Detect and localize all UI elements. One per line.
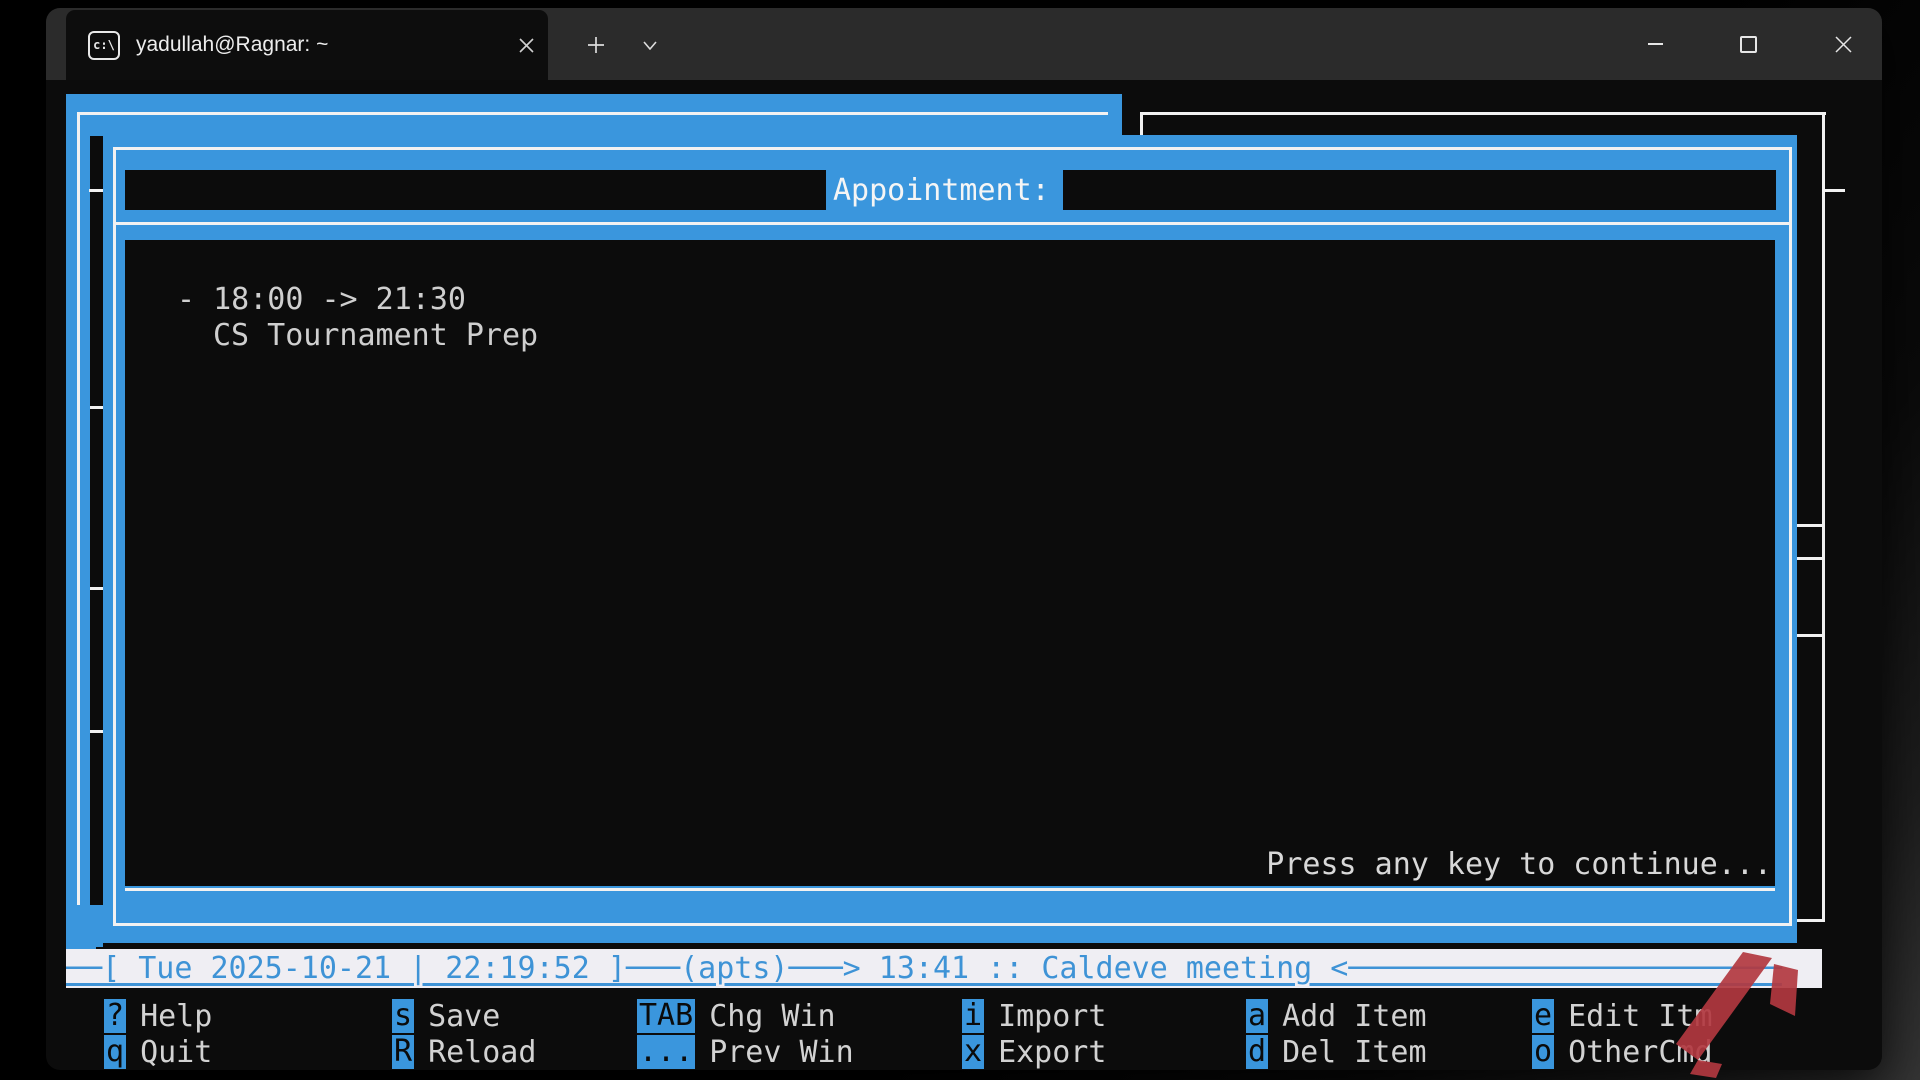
minimize-icon [1648,43,1663,45]
key-action: Chg Win [709,999,835,1034]
key-action: Edit Itm [1568,999,1713,1034]
appointment-name: CS Tournament Prep [213,318,538,354]
apt-panel-tick [90,406,103,409]
apt-panel-interior-sliver [90,136,103,926]
apt-panel-top-line [80,112,1108,115]
tab-icon-label: c:\ [93,38,115,52]
apt-panel-tick [90,730,103,733]
popup-title-bar-right [1063,170,1776,210]
key-action: OtherCmd [1568,1035,1713,1070]
popup-title: Appointment: [833,173,1050,209]
popup-title-bar-left [125,170,826,210]
minimize-button[interactable] [1622,8,1688,80]
appointment-popup[interactable]: Appointment: - 18:00 -> 21:30 CS Tournam… [103,135,1797,943]
tab-close-button[interactable] [504,10,548,80]
close-icon [1835,36,1852,53]
key-action: Add Item [1282,999,1427,1034]
tab-dropdown-button[interactable] [628,10,672,80]
key-action: Export [998,1035,1106,1070]
key-action: Save [428,999,500,1034]
press-any-key-prompt: Press any key to continue... [1266,847,1772,883]
terminal-tab[interactable]: c:\ yadullah@Ragnar: ~ [66,10,548,80]
apt-panel-tick [89,189,103,192]
key-hint: i [962,999,984,1033]
status-bar: ──[ Tue 2025-10-21 | 22:19:52 ]───(apts)… [66,949,1822,988]
window-titlebar[interactable]: c:\ yadullah@Ragnar: ~ [46,8,1882,80]
key-hint: x [962,1035,984,1069]
appointment-time: - 18:00 -> 21:30 [177,282,466,318]
key-hint: s [392,999,414,1033]
key-hint: q [104,1035,126,1069]
plus-icon [587,36,605,54]
calendar-panel-top-line [1140,112,1826,115]
key-hint: e [1532,999,1554,1033]
key-hint: a [1246,999,1268,1033]
popup-content-bottom-line [125,888,1775,891]
key-action: Reload [428,1035,536,1070]
new-tab-button[interactable] [573,10,619,80]
terminal-content[interactable]: Appointment: - 18:00 -> 21:30 CS Tournam… [0,80,1920,1070]
todo-panel-tick [1794,634,1822,637]
calendar-panel-left-stub [1140,112,1143,136]
key-action: Import [998,999,1106,1034]
key-hint: o [1532,1035,1554,1069]
popup-title-separator [113,222,1789,225]
maximize-button[interactable] [1715,8,1781,80]
key-hint: ? [104,999,126,1033]
apt-panel-left-line [77,112,80,932]
apt-panel-top-border [66,94,1122,136]
command-prompt-icon: c:\ [88,31,120,60]
key-action: Help [140,999,212,1034]
desktop: c:\ yadullah@Ragnar: ~ [0,0,1920,1080]
key-action: Prev Win [709,1035,854,1070]
maximize-icon [1740,36,1757,53]
todo-panel-top-tick [1794,557,1822,560]
calendar-panel-right-line [1822,112,1825,922]
tab-title: yadullah@Ragnar: ~ [136,33,504,57]
key-action: Del Item [1282,1035,1427,1070]
key-hint: ... [637,1035,695,1069]
key-hint: d [1246,1035,1268,1069]
key-action: Quit [140,1035,212,1070]
close-window-button[interactable] [1810,8,1876,80]
apt-panel-tick [90,587,103,590]
key-hint: R [392,1035,414,1069]
todo-panel-bottom-line [1797,919,1825,922]
key-hint: TAB [637,999,695,1033]
chevron-down-icon [643,41,657,50]
calendar-panel-tick [1825,189,1845,192]
close-icon [519,38,534,53]
apt-panel-bottom-border [66,905,103,947]
calendar-panel-divider-tick [1794,524,1822,527]
